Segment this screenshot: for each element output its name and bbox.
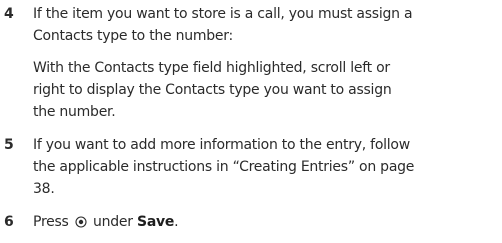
text-line: If the item you want to store is a call,… (33, 6, 413, 22)
text-line: right to display the Contacts type you w… (33, 82, 392, 98)
step-6-text: Press under Save. (33, 211, 495, 233)
text-line: If you want to add more information to t… (33, 137, 410, 153)
step-5-text: If you want to add more information to t… (33, 134, 495, 200)
text-line: With the Contacts type field highlighted… (33, 60, 390, 76)
step-4-body: If the item you want to store is a call,… (33, 3, 495, 123)
period: . (174, 214, 179, 230)
text-line: the applicable instructions in “Creating… (33, 159, 415, 175)
text-line: the number. (33, 104, 116, 120)
step-4-text: If the item you want to store is a call,… (33, 3, 495, 47)
step-number: 5 (4, 137, 14, 153)
step-4-subtext: With the Contacts type field highlighted… (33, 57, 495, 123)
step-6-body: Press under Save. (33, 211, 495, 233)
save-softkey-label: Save (136, 214, 175, 230)
text-line: 38. (33, 181, 55, 197)
step-number: 4 (4, 6, 14, 22)
under-text: under (93, 214, 133, 230)
select-key-icon (75, 216, 87, 228)
step-number: 6 (4, 214, 14, 230)
text-line: Contacts type to the number: (33, 28, 233, 44)
press-text: Press (33, 214, 69, 230)
step-5-body: If you want to add more information to t… (33, 134, 495, 200)
